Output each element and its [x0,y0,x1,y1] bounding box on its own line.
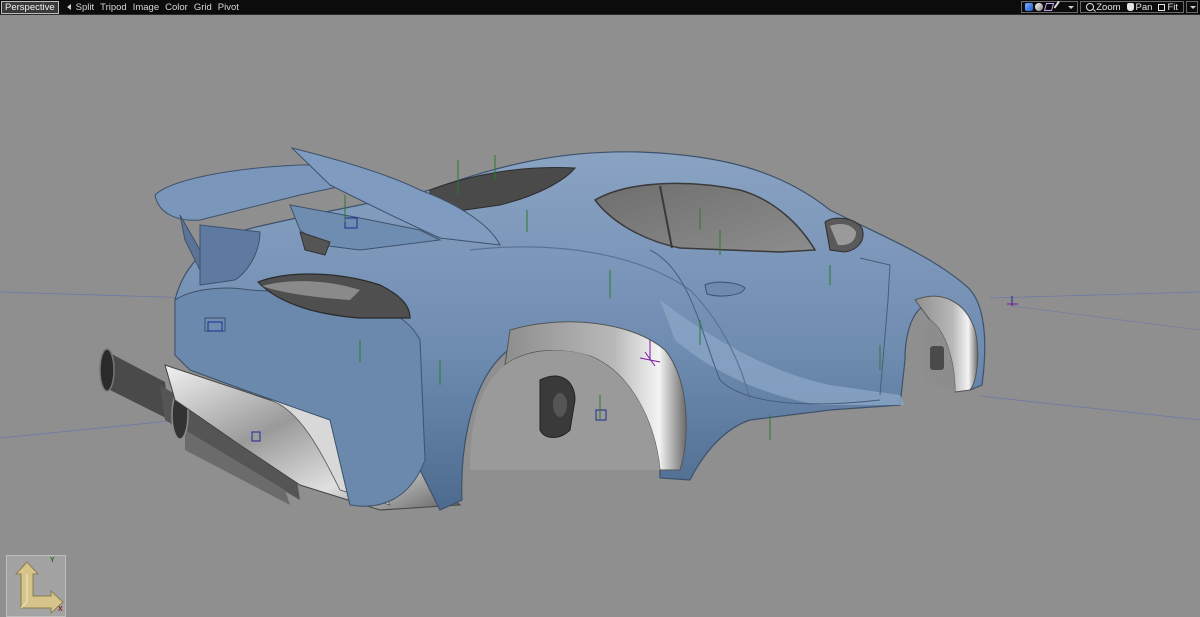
smooth-shade-icon[interactable] [1035,3,1044,11]
grid-axis-line [1011,305,1200,331]
dropdown-arrow-icon [1189,5,1196,9]
fit-label: Fit [1167,1,1178,13]
shading-tools [1021,0,1079,14]
view-name-button[interactable]: Perspective [1,0,59,14]
menu-grid[interactable]: Grid [194,2,212,13]
pan-hand-icon [1126,3,1134,11]
x-axis-label: X [58,606,63,613]
zoom-button[interactable]: Zoom [1086,1,1121,13]
3d-viewport[interactable]: Y X [0,15,1200,617]
y-axis-label: Y [50,557,55,564]
shading-dropdown-icon[interactable] [1068,5,1075,9]
front-brake-caliper[interactable] [930,346,944,370]
grid-axis-line [0,419,181,439]
pan-button[interactable]: Pan [1126,1,1153,13]
options-dropdown-button[interactable] [1186,1,1198,13]
zoom-icon [1086,3,1095,11]
shaded-mode-icon[interactable] [1025,3,1034,11]
menu-split[interactable]: Split [76,2,94,13]
axis-arrows-icon [14,561,64,615]
grid-axis-line [979,395,1200,421]
navigation-tools: Zoom Pan Fit [1080,1,1184,13]
pan-label: Pan [1135,1,1153,13]
zoom-label: Zoom [1096,1,1121,13]
menu-tripod[interactable]: Tripod [100,2,127,13]
right-toolbar: Zoom Pan Fit [1021,0,1200,14]
axis-orientation-gizmo[interactable]: Y X [6,555,66,617]
menu-image[interactable]: Image [133,2,159,13]
scene-render [0,147,1200,511]
menu-pivot[interactable]: Pivot [218,2,239,13]
fit-button[interactable]: Fit [1158,2,1178,13]
viewport-toolbar: Perspective Split Tripod Image Color Gri… [0,0,1200,15]
menu-color[interactable]: Color [165,2,188,13]
grid-axis-line [989,291,1200,299]
pen-icon[interactable] [1053,0,1067,14]
fit-icon [1158,3,1166,11]
collapse-arrow-icon[interactable] [66,4,71,10]
